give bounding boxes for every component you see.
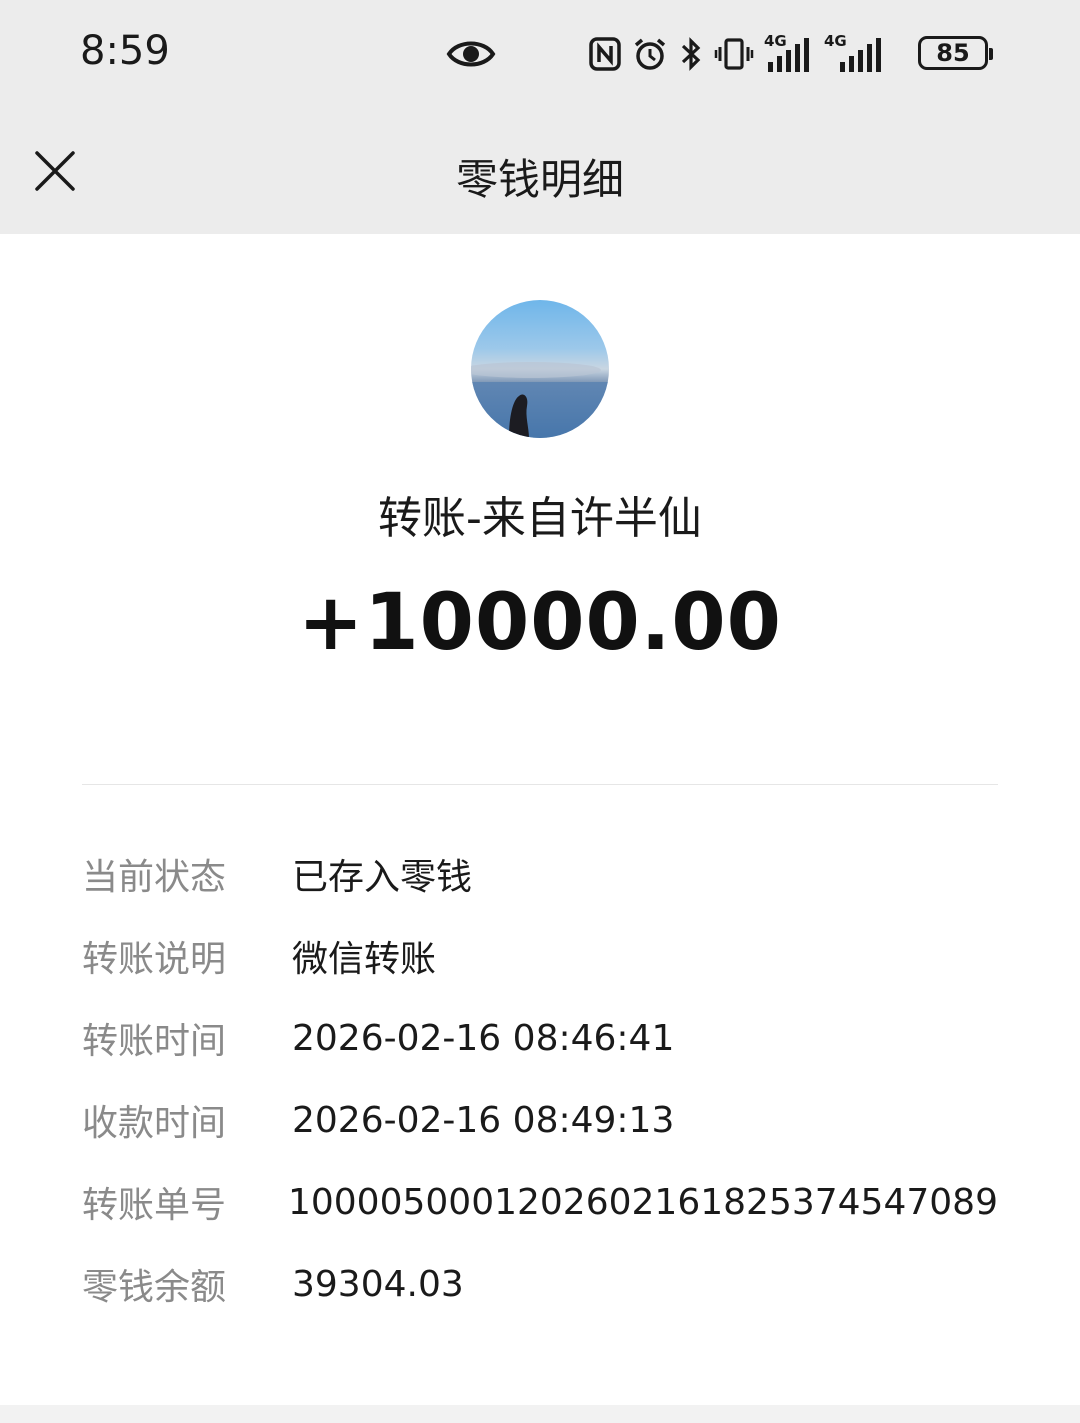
detail-value: 已存入零钱 xyxy=(292,857,473,898)
eye-icon xyxy=(446,34,496,78)
avatar[interactable] xyxy=(471,300,609,438)
detail-label: 当前状态 xyxy=(82,857,227,898)
detail-value: 39304.03 xyxy=(292,1263,464,1305)
detail-label: 转账单号 xyxy=(82,1185,227,1226)
vibrate-icon xyxy=(714,36,754,72)
detail-row-status: 当前状态 已存入零钱 xyxy=(82,844,998,904)
bottom-strip xyxy=(0,1405,1080,1423)
status-bar: 8:59 4G 4G 85 xyxy=(0,0,1080,108)
detail-value: 2026-02-16 08:46:41 xyxy=(292,1017,675,1059)
detail-label: 收款时间 xyxy=(82,1103,227,1144)
battery-indicator: 85 xyxy=(918,36,993,70)
detail-row-note: 转账说明 微信转账 xyxy=(82,926,998,986)
status-icons: 4G 4G xyxy=(588,30,886,78)
detail-value: 微信转账 xyxy=(292,939,437,980)
detail-label: 零钱余额 xyxy=(82,1267,227,1308)
divider xyxy=(82,784,998,785)
detail-label: 转账时间 xyxy=(82,1021,227,1062)
nfc-icon xyxy=(588,36,622,72)
detail-row-transfer-id: 转账单号 1000050001202602161825374547089 xyxy=(82,1172,998,1232)
transaction-amount: +10000.00 xyxy=(298,578,782,668)
detail-label: 转账说明 xyxy=(82,939,227,980)
signal-4g-icon: 4G xyxy=(764,34,814,74)
detail-value[interactable]: 1000050001202602161825374547089 xyxy=(288,1182,998,1223)
signal-4g-icon: 4G xyxy=(824,34,886,74)
detail-row-transfer-time: 转账时间 2026-02-16 08:46:41 xyxy=(82,1008,998,1068)
detail-value: 2026-02-16 08:49:13 xyxy=(292,1099,675,1141)
page-title: 零钱明细 xyxy=(455,155,624,204)
bluetooth-icon xyxy=(678,36,704,72)
transaction-title: 转账-来自许半仙 xyxy=(378,493,702,544)
alarm-icon xyxy=(632,36,668,72)
transaction-detail: 转账-来自许半仙 +10000.00 当前状态 已存入零钱 转账说明 微信转账 … xyxy=(0,234,1080,1423)
status-time: 8:59 xyxy=(80,28,170,74)
detail-row-balance: 零钱余额 39304.03 xyxy=(82,1254,998,1314)
detail-row-receive-time: 收款时间 2026-02-16 08:49:13 xyxy=(82,1090,998,1150)
nav-bar: 零钱明细 xyxy=(0,108,1080,234)
